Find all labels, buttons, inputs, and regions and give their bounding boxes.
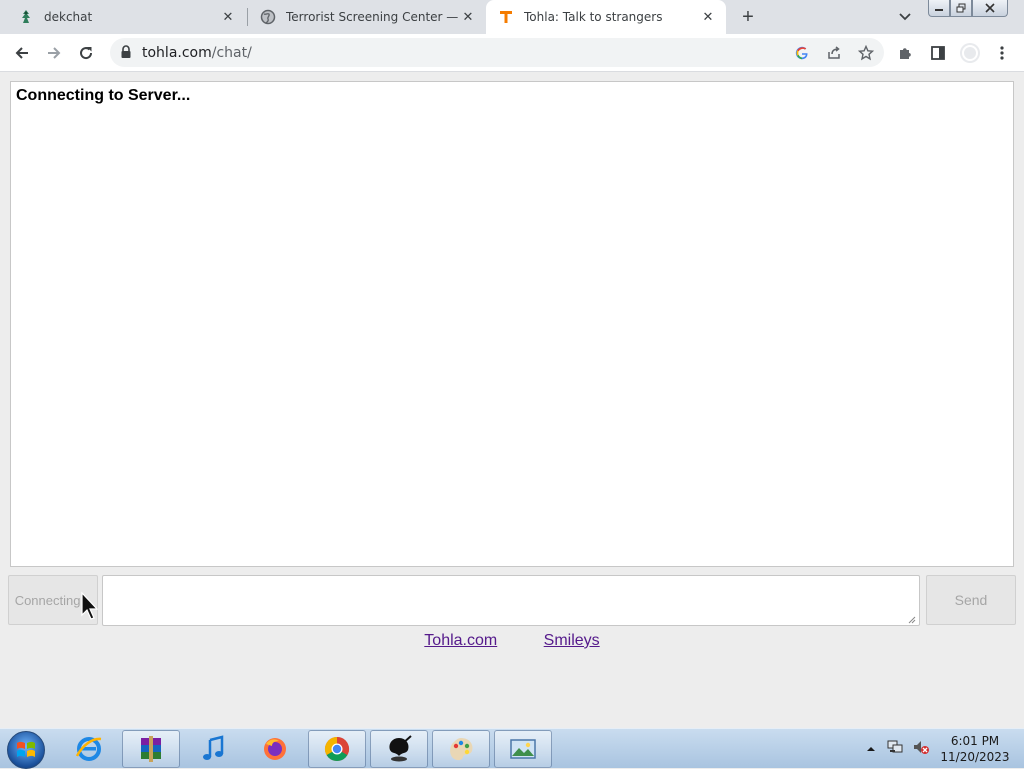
google-icon[interactable]: [793, 44, 811, 62]
winrar-icon[interactable]: [122, 730, 180, 768]
share-icon[interactable]: [825, 44, 843, 62]
bookmark-star-icon[interactable]: [857, 44, 875, 62]
forward-button[interactable]: [42, 41, 66, 65]
close-tab-icon[interactable]: ✕: [458, 7, 478, 27]
photo-viewer-icon[interactable]: [494, 730, 552, 768]
itunes-icon[interactable]: [184, 730, 242, 768]
tab-fbi[interactable]: Terrorist Screening Center — FBI ✕: [242, 0, 486, 34]
show-hidden-icons-arrow-icon[interactable]: [866, 740, 876, 758]
tohla-favicon: [498, 9, 514, 25]
close-tab-icon[interactable]: ✕: [218, 7, 238, 27]
tab-dekchat[interactable]: dekchat ✕: [0, 0, 246, 34]
url-path: /chat/: [211, 45, 252, 61]
new-tab-button[interactable]: +: [736, 5, 760, 29]
lock-icon[interactable]: [120, 45, 132, 64]
address-bar[interactable]: tohla.com/chat/: [110, 38, 884, 67]
page-content: Connecting to Server... Connecting... Se…: [0, 73, 1024, 728]
start-button[interactable]: [7, 731, 45, 769]
profile-avatar-icon[interactable]: [959, 42, 981, 64]
clock-time: 6:01 PM: [950, 734, 1000, 748]
resize-grip-icon[interactable]: [908, 616, 916, 624]
footer-links: Tohla.com Smileys: [0, 632, 1024, 650]
chat-log[interactable]: Connecting to Server...: [10, 81, 1014, 567]
window-controls: [928, 0, 1008, 18]
network-icon[interactable]: [886, 739, 904, 760]
tab-search-chevron-icon[interactable]: [895, 7, 915, 27]
volume-muted-icon[interactable]: [912, 739, 930, 760]
side-panel-icon[interactable]: [927, 42, 949, 64]
smileys-link[interactable]: Smileys: [544, 632, 600, 649]
send-button[interactable]: Send: [926, 575, 1016, 625]
connection-status: Connecting to Server...: [16, 87, 191, 104]
mouse-cursor-icon: [81, 591, 99, 620]
internet-explorer-icon[interactable]: [60, 730, 118, 768]
system-tray: [866, 729, 930, 769]
firefox-icon[interactable]: [246, 730, 304, 768]
taskbar-clock[interactable]: 6:01 PM 11/20/2023: [940, 733, 1010, 765]
tab-strip: dekchat ✕ Terrorist Screening Center — F…: [0, 0, 1024, 34]
url-host: tohla.com: [142, 45, 212, 61]
dekchat-favicon: [18, 9, 34, 25]
tab-title: Terrorist Screening Center — FBI: [286, 10, 458, 24]
close-window-button[interactable]: [972, 0, 1008, 17]
tohla-home-link[interactable]: Tohla.com: [424, 632, 497, 649]
inkscape-icon[interactable]: [370, 730, 428, 768]
extensions-puzzle-icon[interactable]: [895, 42, 917, 64]
taskbar: 6:01 PM 11/20/2023: [0, 728, 1024, 769]
paint-icon[interactable]: [432, 730, 490, 768]
tab-title: dekchat: [44, 10, 93, 24]
windows-logo-icon: [17, 741, 35, 757]
browser-toolbar: tohla.com/chat/: [0, 34, 1024, 72]
menu-kebab-icon[interactable]: [991, 42, 1013, 64]
tab-title: Tohla: Talk to strangers: [524, 10, 663, 24]
clock-date: 11/20/2023: [940, 750, 1010, 764]
message-input[interactable]: [102, 575, 920, 626]
url-text: tohla.com/chat/: [142, 45, 252, 61]
globe-icon: [260, 9, 276, 25]
tab-tohla[interactable]: Tohla: Talk to strangers ✕: [486, 0, 726, 34]
reload-button[interactable]: [74, 41, 98, 65]
minimize-button[interactable]: [928, 0, 950, 17]
close-tab-icon[interactable]: ✕: [698, 7, 718, 27]
chrome-icon[interactable]: [308, 730, 366, 768]
restore-button[interactable]: [950, 0, 972, 17]
back-button[interactable]: [10, 41, 34, 65]
